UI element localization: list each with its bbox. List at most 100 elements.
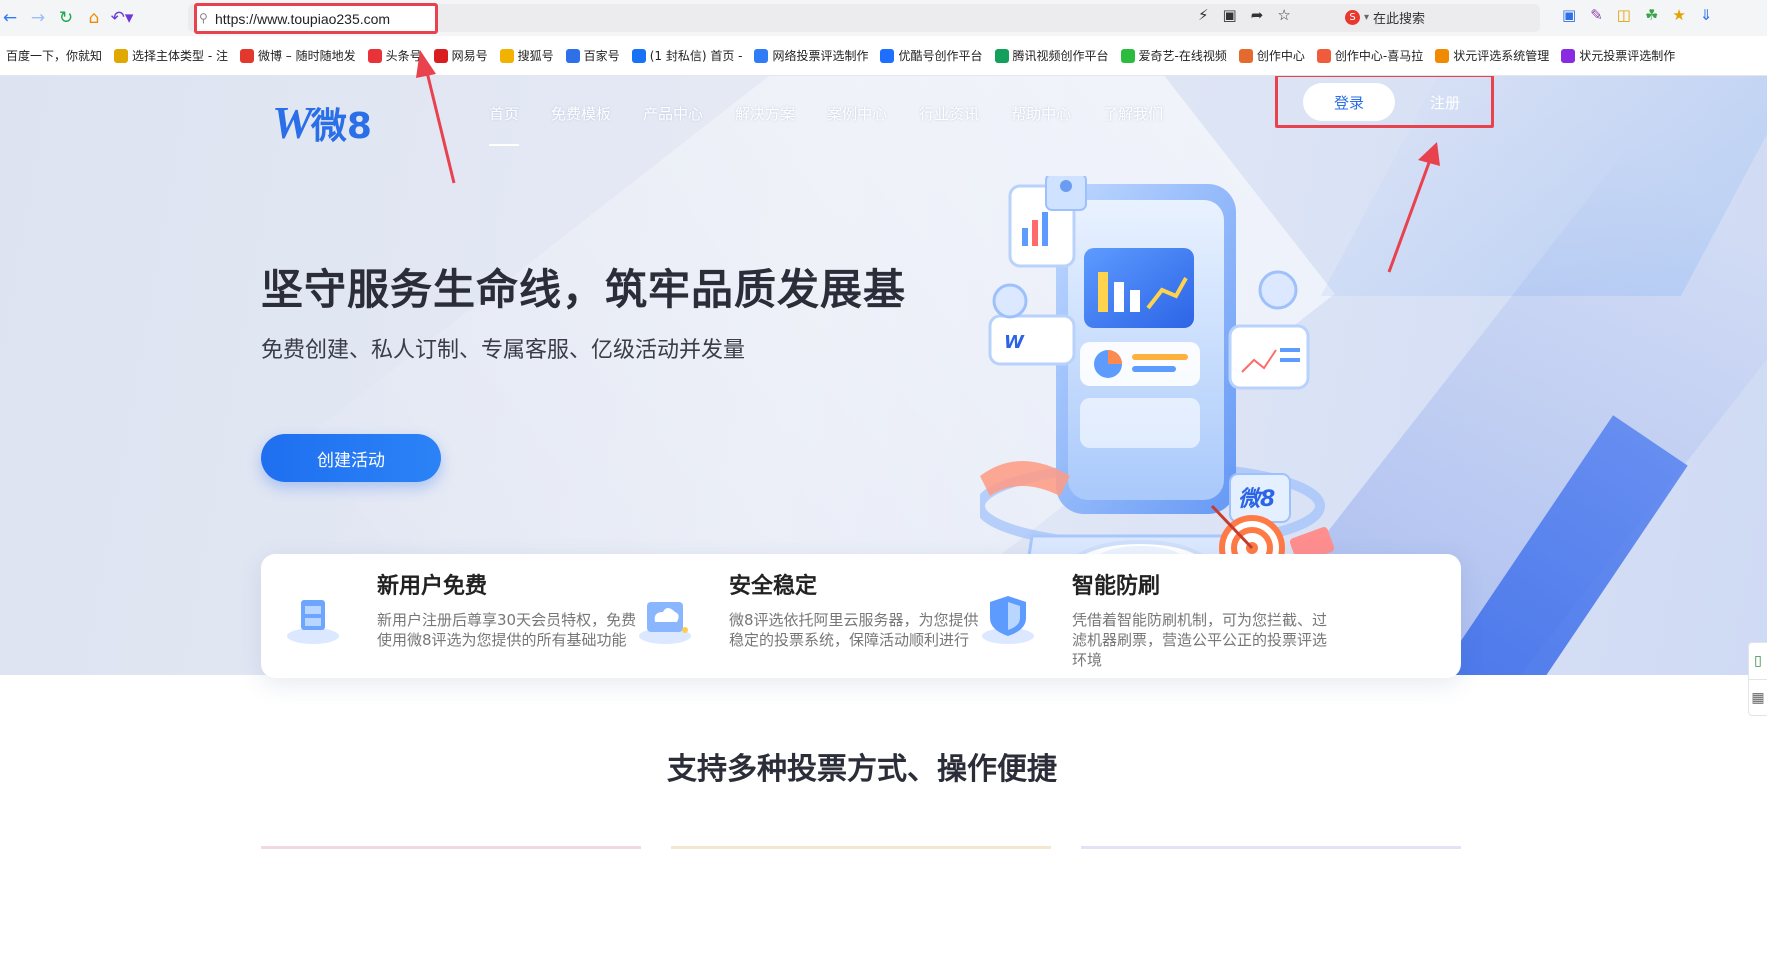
login-button[interactable]: 登录 — [1303, 83, 1395, 121]
bookmark-favicon-icon — [1120, 48, 1135, 63]
extension-icons: ▣ ✎ ◫ ☘ ★ ⇓ — [1562, 6, 1712, 24]
main-nav: 首页 免费模板 产品中心 解决方案 案例中心 行业资讯 帮助中心 了解我们 — [473, 94, 1179, 146]
bookmark-label: (1 封私信) 首页 - — [649, 49, 743, 63]
website: W 微8 首页 免费模板 产品中心 解决方案 案例中心 行业资讯 帮助中心 了解我们 登录 注… — [0, 76, 1767, 958]
bookmark-favicon-icon — [565, 48, 580, 63]
reader-icon[interactable]: ▣ — [1223, 6, 1237, 24]
features-card: 新用户免费 新用户注册后尊享30天会员特权，免费使用微8评选为您提供的所有基础功… — [261, 554, 1461, 678]
bookmark-item[interactable]: 百度一下，你就知 — [0, 45, 108, 67]
nav-item[interactable]: 产品中心 — [627, 94, 719, 134]
voting-method-card[interactable] — [1081, 846, 1461, 858]
bookmark-item[interactable]: 状元评选系统管理 — [1429, 45, 1555, 67]
forward-icon[interactable]: → — [24, 4, 52, 32]
feature-anti-fraud: 智能防刷 凭借着智能防刷机制，可为您拦截、过滤机器刷票，营造公平公正的投票评选环… — [956, 554, 1376, 678]
address-bar-tools: ⚡ ▣ ➦ ☆ — [1198, 6, 1291, 24]
translate-icon[interactable]: ▣ — [1562, 6, 1576, 24]
bookmark-item[interactable]: 头条号 — [362, 45, 428, 67]
feature-free: 新用户免费 新用户注册后尊享30天会员特权，免费使用微8评选为您提供的所有基础功… — [261, 554, 641, 678]
search-engine-label: 在此搜索 — [1373, 12, 1426, 27]
nav-item[interactable]: 免费模板 — [535, 94, 627, 134]
bookmark-label: 网络投票评选制作 — [772, 49, 869, 63]
register-button[interactable]: 注册 — [1420, 83, 1470, 121]
feature-title: 新用户免费 — [377, 574, 488, 599]
bookmark-item[interactable]: 爱奇艺-在线视频 — [1115, 45, 1233, 67]
bookmark-favicon-icon — [114, 48, 129, 63]
search-engine[interactable]: S ▾ 在此搜索 — [1345, 8, 1425, 27]
bookmark-item[interactable]: 网络投票评选制作 — [748, 45, 874, 67]
logo-text: 微8 — [310, 105, 372, 147]
share-icon[interactable]: ➦ — [1251, 6, 1264, 24]
bookmark-favicon-icon — [1316, 48, 1331, 63]
bookmark-item[interactable]: 网易号 — [428, 45, 494, 67]
hero-subtitle: 免费创建、私人订制、专属客服、亿级活动并发量 — [261, 338, 746, 363]
edit-extension-icon[interactable]: ✎ — [1590, 6, 1603, 24]
shield-icon — [982, 596, 1034, 644]
qrcode-icon[interactable]: ▦ — [1749, 679, 1767, 715]
search-icon: ⚲ — [199, 11, 208, 25]
bookmark-favicon-icon — [1435, 48, 1450, 63]
bookmark-label: 状元评选系统管理 — [1453, 49, 1550, 63]
puzzle-icon[interactable]: ☘ — [1645, 6, 1658, 24]
bookmark-label: 状元投票评选制作 — [1579, 49, 1676, 63]
address-bar[interactable]: ⚲ https://www.toupiao235.com — [194, 3, 438, 34]
reload-icon[interactable]: ↻ — [52, 4, 80, 32]
bookmark-label: 百家号 — [583, 49, 620, 63]
hero-title: 坚守服务生命线，筑牢品质发展基 — [261, 265, 907, 314]
favorites-icon[interactable]: ★ — [1672, 6, 1685, 24]
bookmark-item[interactable]: 微博 – 随时随地发 — [234, 45, 362, 67]
undo-icon[interactable]: ↶▾ — [108, 4, 136, 32]
create-activity-button[interactable]: 创建活动 — [261, 434, 441, 482]
bookmark-label: 选择主体类型 - 注 — [132, 49, 228, 63]
illustration-badge: 微8 — [1238, 487, 1275, 512]
phone-icon[interactable]: ▯ — [1749, 643, 1767, 679]
bookmark-label: 优酷号创作平台 — [898, 49, 983, 63]
bookmark-item[interactable]: 优酷号创作平台 — [874, 45, 988, 67]
nav-item[interactable]: 案例中心 — [811, 94, 903, 134]
feature-security: 安全稳定 微8评选依托阿里云服务器，为您提供稳定的投票系统，保障活动顺利进行 — [613, 554, 993, 678]
nav-item[interactable]: 解决方案 — [719, 94, 811, 134]
voting-methods-cards — [261, 846, 1461, 858]
feature-title: 安全稳定 — [729, 574, 818, 599]
bookmark-label: 百度一下，你就知 — [6, 49, 103, 63]
bookmark-favicon-icon — [239, 48, 254, 63]
bookmark-label: 爱奇艺-在线视频 — [1138, 49, 1227, 63]
feature-title: 智能防刷 — [1072, 574, 1161, 599]
side-toolbar: ▯ ▦ — [1748, 642, 1767, 716]
bookmark-label: 头条号 — [385, 49, 422, 63]
bookmark-favicon-icon — [1238, 48, 1253, 63]
nav-item[interactable]: 帮助中心 — [995, 94, 1087, 134]
bookmark-favicon-icon — [880, 48, 895, 63]
bookmark-item[interactable]: 创作中心 — [1233, 45, 1311, 67]
lightning-icon[interactable]: ⚡ — [1198, 6, 1209, 24]
bookmark-item[interactable]: 百家号 — [560, 45, 626, 67]
back-icon[interactable]: ← — [0, 4, 24, 32]
bookmark-label: 网易号 — [451, 49, 488, 63]
feature-description: 凭借着智能防刷机制，可为您拦截、过滤机器刷票，营造公平公正的投票评选环境 — [1072, 611, 1328, 669]
bookmark-item[interactable]: 状元投票评选制作 — [1555, 45, 1681, 67]
bookmark-item[interactable]: 搜狐号 — [494, 45, 560, 67]
nav-item[interactable]: 行业资讯 — [903, 94, 995, 134]
bookmark-label: 微博 – 随时随地发 — [257, 49, 356, 63]
bookmark-item[interactable]: (1 封私信) 首页 - — [626, 45, 749, 67]
bookmark-favicon-icon — [631, 48, 646, 63]
feature-description: 微8评选依托阿里云服务器，为您提供稳定的投票系统，保障活动顺利进行 — [729, 611, 979, 649]
bookmark-label: 搜狐号 — [517, 49, 554, 63]
site-logo[interactable]: W 微8 — [272, 96, 372, 149]
bookmark-item[interactable]: 创作中心-喜马拉 — [1311, 45, 1429, 67]
bookmark-favicon-icon — [994, 48, 1009, 63]
home-icon[interactable]: ⌂ — [80, 4, 108, 32]
url-text[interactable]: https://www.toupiao235.com — [215, 11, 390, 27]
download-icon[interactable]: ⇓ — [1700, 6, 1713, 24]
section-title: 支持多种投票方式、操作便捷 — [667, 752, 1057, 787]
voting-method-card[interactable] — [261, 846, 641, 858]
chevron-down-icon: ▾ — [1364, 12, 1370, 23]
nav-item[interactable]: 了解我们 — [1087, 94, 1179, 134]
folder-icon[interactable]: ◫ — [1617, 6, 1631, 24]
nav-item[interactable]: 首页 — [473, 94, 535, 146]
star-icon[interactable]: ☆ — [1277, 6, 1290, 24]
bookmark-favicon-icon — [433, 48, 448, 63]
bookmark-item[interactable]: 腾讯视频创作平台 — [989, 45, 1115, 67]
bookmark-item[interactable]: 选择主体类型 - 注 — [108, 45, 234, 67]
bookmarks-bar: 百度一下，你就知 选择主体类型 - 注 微博 – 随时随地发 头条号 网易号 搜狐号 百家号… — [0, 36, 1767, 76]
voting-method-card[interactable] — [671, 846, 1051, 858]
